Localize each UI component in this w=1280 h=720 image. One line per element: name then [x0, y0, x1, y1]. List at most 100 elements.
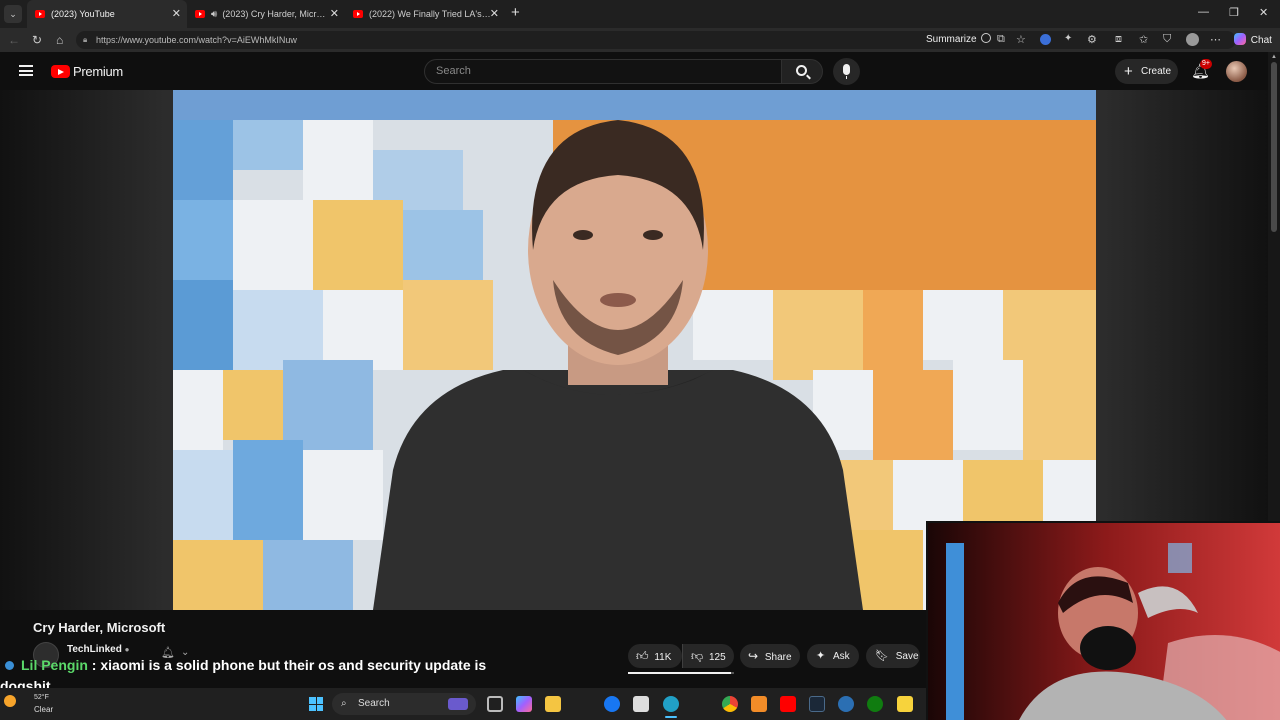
chrome-icon[interactable]	[722, 696, 738, 712]
weather-desc: Clear	[34, 705, 54, 714]
share-icon: ↪	[748, 649, 759, 663]
notifications-button[interactable]: 🔔︎ 9+	[1191, 59, 1212, 80]
extension-icon[interactable]	[1040, 34, 1051, 45]
xbox-icon[interactable]	[867, 696, 883, 712]
speaker-icon[interactable]: 🔊︎	[211, 9, 217, 20]
favorite-star-icon[interactable]: ☆	[1016, 33, 1026, 46]
youtube-favicon-icon	[35, 10, 45, 18]
close-tab-icon[interactable]: ✕	[330, 7, 339, 20]
ask-button[interactable]: ✦ Ask	[807, 644, 859, 668]
ask-label: Ask	[833, 651, 850, 662]
weather-sun-icon	[4, 695, 16, 707]
active-app-indicator	[665, 716, 677, 718]
new-tab-button[interactable]: +	[511, 4, 520, 21]
copilot-icon	[1234, 33, 1246, 45]
bookmark-icon: 🔖︎	[875, 650, 889, 662]
tab-la-video[interactable]: (2022) We Finally Tried LA's Most ✕	[345, 0, 505, 28]
scrollbar-thumb[interactable]	[1271, 62, 1277, 232]
voice-search-button[interactable]	[833, 58, 860, 85]
search-icon: ⌕	[341, 698, 347, 709]
shield-icon[interactable]: ⛉	[1163, 33, 1171, 46]
edge-browser-icon[interactable]	[663, 696, 679, 712]
search-icon	[796, 65, 807, 76]
dislike-button[interactable]: 👎︎ 125	[682, 644, 734, 668]
taskbar-search-label: Search	[358, 698, 390, 709]
back-icon[interactable]: ←	[8, 33, 20, 47]
share-button[interactable]: ↪ Share	[740, 644, 800, 668]
save-button[interactable]: 🔖︎ Save	[866, 644, 920, 668]
weather-widget[interactable]: 52°F Clear	[4, 692, 64, 716]
start-button-icon[interactable]	[309, 697, 323, 711]
tab-list-dropdown[interactable]: ⌄	[4, 5, 22, 23]
extension-pin-icon[interactable]: ✦	[1064, 33, 1072, 44]
task-view-icon[interactable]	[487, 696, 503, 712]
settings-gear-icon[interactable]	[838, 696, 854, 712]
amazon-icon[interactable]	[633, 696, 649, 712]
tab-cry-harder[interactable]: 🔊︎ (2023) Cry Harder, Microsoft ✕	[187, 0, 345, 28]
webcam-overlay	[926, 521, 1280, 720]
summarize-button[interactable]: Summarize	[926, 33, 992, 45]
logo-text: Premium	[73, 64, 123, 79]
minimize-icon[interactable]: —	[1198, 6, 1209, 18]
file-explorer-icon[interactable]	[545, 696, 561, 712]
search-highlight-icon	[448, 698, 468, 710]
youtube-premium-logo[interactable]: Premium	[51, 64, 123, 79]
youtube-favicon-icon	[195, 10, 205, 18]
create-label: Create	[1141, 66, 1172, 77]
sticky-notes-icon[interactable]	[897, 696, 913, 712]
search-placeholder: Search	[436, 65, 471, 77]
thumbs-down-icon: 👎︎	[691, 649, 704, 663]
close-tab-icon[interactable]: ✕	[490, 7, 499, 20]
save-label: Save	[895, 651, 919, 662]
microphone-icon	[843, 64, 850, 75]
channel-name-text: TechLinked	[67, 644, 122, 655]
search-input[interactable]: Search	[424, 59, 782, 84]
collections-icon[interactable]: ✩	[1139, 33, 1148, 46]
scroll-up-icon[interactable]: ▲	[1271, 54, 1277, 60]
vlc-icon[interactable]	[751, 696, 767, 712]
account-avatar[interactable]	[1226, 61, 1247, 82]
refresh-icon[interactable]: ↻	[32, 33, 42, 47]
notification-badge: 9+	[1200, 59, 1212, 69]
facebook-icon[interactable]	[604, 696, 620, 712]
copilot-icon[interactable]	[516, 696, 532, 712]
sparkle-icon: ✦	[816, 650, 826, 662]
weather-temp: 52°F	[34, 694, 49, 701]
url-text: https://www.youtube.com/watch?v=AiEWhMkI…	[96, 35, 297, 45]
youtube-app-icon[interactable]	[780, 696, 796, 712]
reader-icon[interactable]: ⧉	[997, 33, 1005, 46]
split-icon[interactable]: ⧈	[1115, 33, 1122, 46]
taskbar-search[interactable]: ⌕ Search	[332, 693, 476, 715]
chat-badge-icon	[5, 661, 14, 670]
dislike-count: 125	[708, 652, 726, 663]
close-tab-icon[interactable]: ✕	[172, 7, 181, 20]
search-button[interactable]	[781, 59, 823, 84]
tab-title: (2022) We Finally Tried LA's Most	[369, 9, 493, 19]
plus-icon: +	[1124, 63, 1133, 80]
tab-title: (2023) Cry Harder, Microsoft	[222, 9, 327, 19]
puzzle-icon[interactable]: ⚙	[1087, 33, 1097, 46]
chat-username: Lil Pengin	[21, 657, 88, 673]
share-label: Share	[764, 652, 792, 663]
channel-name[interactable]: TechLinked ●	[67, 644, 129, 655]
summarize-icon	[981, 33, 992, 43]
home-icon[interactable]: ⌂	[56, 33, 63, 47]
url-field[interactable]: 🔒︎ https://www.youtube.com/watch?v=AiEWh…	[76, 31, 1236, 49]
like-button[interactable]: 👍︎ 11K	[628, 644, 682, 668]
profile-avatar-icon[interactable]	[1186, 33, 1199, 46]
chat-separator: :	[91, 657, 97, 673]
tab-youtube-home[interactable]: (2023) YouTube ✕	[27, 0, 187, 28]
close-window-icon[interactable]: ✕	[1259, 6, 1268, 19]
more-menu-icon[interactable]: ⋯	[1210, 33, 1221, 46]
browser-tab-strip: ⌄ (2023) YouTube ✕ 🔊︎ (2023) Cry Harder,…	[0, 0, 1280, 28]
copilot-chat-button[interactable]: Chat	[1234, 33, 1272, 46]
verified-icon: ●	[124, 645, 130, 654]
like-count: 11K	[654, 652, 672, 663]
tab-title: (2023) YouTube	[51, 9, 115, 19]
steam-icon[interactable]	[809, 696, 825, 712]
youtube-favicon-icon	[353, 10, 363, 18]
create-button[interactable]: + Create	[1115, 59, 1178, 84]
hamburger-menu-icon[interactable]	[19, 65, 33, 76]
restore-icon[interactable]: ❐	[1229, 6, 1239, 19]
summarize-label: Summarize	[926, 34, 977, 45]
